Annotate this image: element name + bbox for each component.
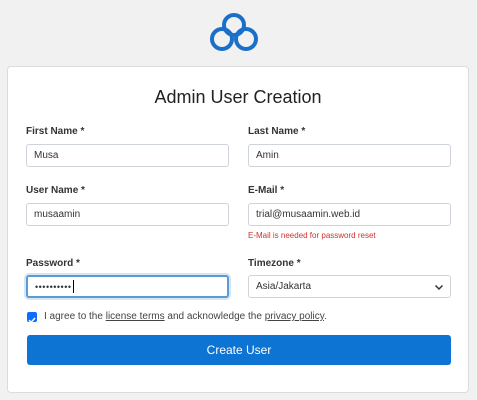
password-value: •••••••••• — [35, 281, 72, 292]
user-name-input[interactable]: musaamin — [26, 203, 229, 226]
timezone-select[interactable]: Asia/Jakarta — [248, 275, 451, 298]
form-title: Admin User Creation — [154, 87, 322, 107]
agree-checkbox[interactable] — [27, 312, 37, 324]
password-label: Password * — [26, 258, 80, 269]
first-name-value: Musa — [34, 150, 59, 161]
agree-text: I agree to the license terms and acknowl… — [44, 311, 327, 322]
last-name-label: Last Name * — [248, 126, 306, 137]
timezone-label: Timezone * — [248, 258, 301, 269]
text-caret — [72, 280, 74, 293]
email-value: trial@musaamin.web.id — [256, 209, 361, 220]
email-hint: E-Mail is needed for password reset — [248, 231, 376, 240]
create-user-button[interactable]: Create User — [27, 335, 451, 365]
privacy-policy-link[interactable]: privacy policy — [265, 311, 324, 322]
admin-user-form: Admin User Creation First Name * Musa La… — [7, 66, 469, 393]
email-input[interactable]: trial@musaamin.web.id — [248, 203, 451, 226]
first-name-label: First Name * — [26, 126, 85, 137]
timezone-value: Asia/Jakarta — [256, 281, 312, 292]
chevron-down-icon — [434, 284, 444, 291]
last-name-input[interactable]: Amin — [248, 144, 451, 167]
last-name-value: Amin — [256, 150, 279, 161]
agree-text-middle: and acknowledge the — [167, 311, 262, 322]
agree-text-after: . — [324, 311, 327, 322]
checkmark-icon — [28, 317, 36, 324]
password-input[interactable]: •••••••••• — [26, 275, 229, 298]
first-name-input[interactable]: Musa — [26, 144, 229, 167]
user-name-value: musaamin — [34, 209, 81, 220]
license-terms-link[interactable]: license terms — [106, 311, 165, 322]
agree-text-before: I agree to the — [44, 311, 103, 322]
cloud-icon — [210, 13, 258, 51]
user-name-label: User Name * — [26, 185, 85, 196]
email-label: E-Mail * — [248, 185, 285, 196]
